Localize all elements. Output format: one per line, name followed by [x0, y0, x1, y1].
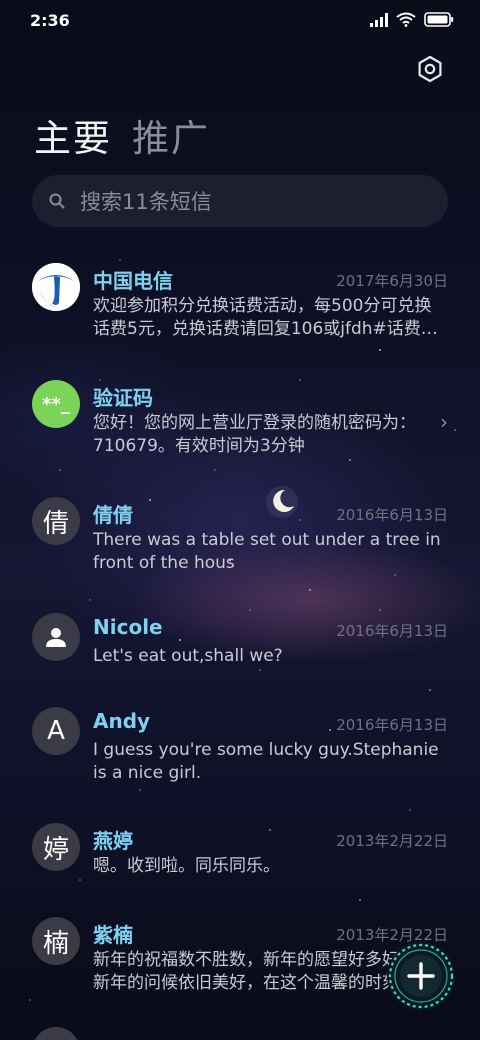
- conversation-item[interactable]: Nicole 2016年6月13日 Let's eat out,shall we…: [0, 613, 480, 693]
- wifi-icon: [396, 12, 416, 27]
- battery-icon: [424, 12, 454, 27]
- search-icon: [49, 193, 65, 209]
- contact-name: Andy: [93, 709, 151, 733]
- verification-code-avatar: **_: [32, 380, 80, 428]
- avatar-text: A: [47, 716, 65, 746]
- chevron-right-icon[interactable]: ›: [440, 410, 448, 434]
- avatar-text: 婷: [42, 834, 69, 865]
- contact-name: 中国电信: [93, 269, 173, 293]
- message-preview: 嗯。收到啦。同乐同乐。: [93, 856, 280, 876]
- tab-bar: 主要 推广: [34, 108, 210, 162]
- contact-avatar: 婷: [32, 823, 80, 871]
- message-preview: 欢迎参加积分兑换话费活动，每500分可兑换话费5元，兑换话费请回复106或jfd…: [93, 296, 438, 339]
- status-icons: [370, 12, 454, 27]
- conversation-item[interactable]: 中国电信 2017年6月30日 欢迎参加积分兑换话费活动，每500分可兑换话费5…: [0, 263, 480, 363]
- search-placeholder: 搜索11条短信: [80, 190, 212, 214]
- message-preview: 您好！您的网上营业厅登录的随机密码为：710679。有效时间为3分钟: [93, 413, 416, 456]
- avatar-text: 倩: [42, 508, 69, 539]
- conversation-item[interactable]: A Andy 2016年6月13日 I guess you're some lu…: [0, 707, 480, 807]
- message-date: 2017年6月30日: [336, 272, 448, 290]
- message-preview: There was a table set out under a tree i…: [93, 530, 441, 573]
- contact-name: Nicole: [93, 615, 163, 639]
- message-date: 2016年6月13日: [336, 506, 448, 524]
- tab-promotions[interactable]: 推广: [132, 108, 210, 162]
- message-date: 2016年6月13日: [336, 622, 448, 640]
- avatar-text: **_: [42, 393, 70, 415]
- conversation-item[interactable]: [0, 1027, 480, 1040]
- contact-avatar: [32, 1027, 80, 1040]
- settings-gear-icon[interactable]: [416, 55, 444, 83]
- conversation-item[interactable]: 倩 倩倩 2016年6月13日 There was a table set ou…: [0, 497, 480, 597]
- contact-name: 紫楠: [93, 923, 133, 947]
- contact-name: 燕婷: [93, 829, 133, 853]
- status-time: 2:36: [30, 11, 70, 30]
- signal-icon: [370, 12, 388, 27]
- message-date: 2013年2月22日: [336, 832, 448, 850]
- contact-avatar: 楠: [32, 917, 80, 965]
- status-bar: 2:36: [0, 0, 480, 44]
- moon-icon: [266, 486, 298, 518]
- search-bar[interactable]: 搜索11条短信: [32, 175, 448, 227]
- person-icon: [46, 628, 66, 647]
- conversation-item[interactable]: 婷 燕婷 2013年2月22日 嗯。收到啦。同乐同乐。: [0, 823, 480, 903]
- telecom-logo-icon: [32, 263, 80, 311]
- contact-avatar: [32, 613, 80, 661]
- contact-name: 验证码: [93, 386, 153, 410]
- new-message-button[interactable]: [385, 940, 457, 1012]
- contact-avatar: 倩: [32, 497, 80, 545]
- tab-primary[interactable]: 主要: [34, 108, 112, 162]
- avatar-text: 楠: [42, 928, 69, 959]
- contact-name: 倩倩: [93, 503, 133, 527]
- message-preview: I guess you're some lucky guy.Stephanie …: [93, 740, 439, 783]
- message-date: 2016年6月13日: [336, 716, 448, 734]
- telecom-logo-avatar: [32, 263, 80, 311]
- conversation-item[interactable]: **_ 验证码 您好！您的网上营业厅登录的随机密码为：710679。有效时间为3…: [0, 380, 480, 480]
- message-preview: Let's eat out,shall we?: [93, 646, 283, 666]
- contact-avatar: A: [32, 707, 80, 755]
